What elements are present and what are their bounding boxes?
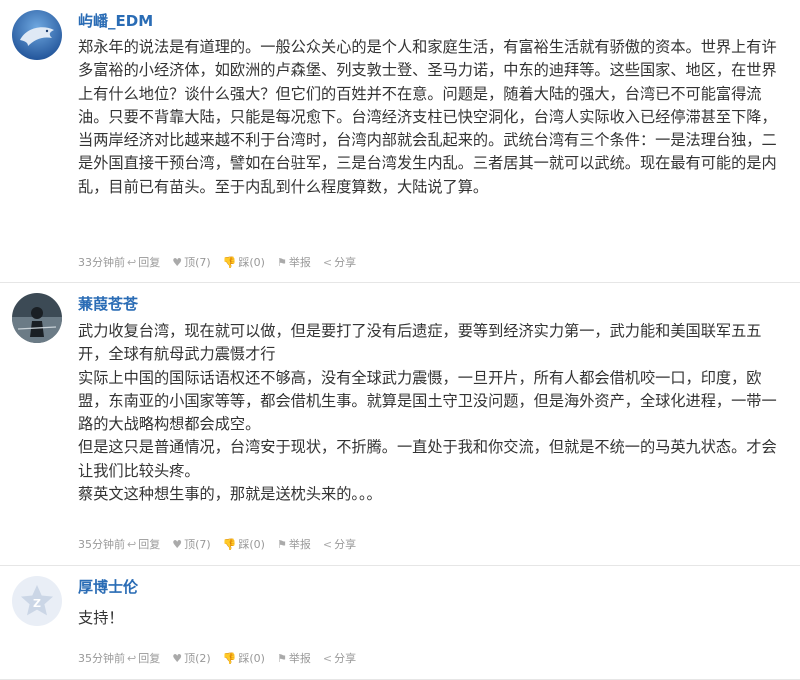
svg-text:Z: Z	[33, 597, 41, 610]
flag-icon: ⚑	[276, 537, 287, 551]
share-icon: <	[322, 651, 333, 665]
user-avatar[interactable]: Z	[12, 576, 62, 626]
comment-paragraph: 但是这只是普通情况，台湾安于现状，不折腾。一直处于我和你交流，但就是不统一的马英…	[78, 438, 777, 480]
timestamp: 35分钟前	[78, 652, 125, 665]
thumbs-down-icon: 👎	[222, 255, 237, 269]
report-button[interactable]: ⚑ 举报	[277, 536, 311, 552]
flag-icon: ⚑	[276, 651, 287, 665]
downvote-button[interactable]: 👎 踩(0)	[223, 254, 265, 270]
comment-text: 武力收复台湾，现在就可以做，但是要打了没有后遗症，要等到经济实力第一，武力能和美…	[78, 320, 780, 506]
comment-actions: 35分钟前 ↩ 回复 ♥ 顶(7) 👎 踩(0) ⚑ 举报 < 分享	[78, 536, 368, 552]
share-button[interactable]: < 分享	[323, 254, 356, 270]
heart-icon: ♥	[172, 255, 183, 269]
upvote-button[interactable]: ♥ 顶(7)	[172, 536, 210, 552]
reply-button[interactable]: ↩ 回复	[127, 536, 160, 552]
heart-icon: ♥	[172, 651, 183, 665]
comment-paragraph: 武力收复台湾，现在就可以做，但是要打了没有后遗症，要等到经济实力第一，武力能和美…	[78, 322, 762, 364]
thumbs-down-icon: 👎	[222, 651, 237, 665]
timestamp: 33分钟前	[78, 256, 125, 269]
comment-text: 郑永年的说法是有道理的。一般公众关心的是个人和家庭生活，有富裕生活就有骄傲的资本…	[78, 36, 780, 199]
default-star-avatar-icon: Z	[12, 576, 62, 626]
username[interactable]: 蒹葭苍苍	[78, 293, 138, 314]
share-button[interactable]: < 分享	[323, 650, 356, 666]
share-button[interactable]: < 分享	[323, 536, 356, 552]
reply-icon: ↩	[127, 537, 137, 551]
flag-icon: ⚑	[276, 255, 287, 269]
report-button[interactable]: ⚑ 举报	[277, 650, 311, 666]
thumbs-down-icon: 👎	[222, 537, 237, 551]
dolphin-avatar-icon	[12, 10, 62, 60]
username[interactable]: 屿嶓_EDM	[78, 10, 153, 31]
downvote-button[interactable]: 👎 踩(0)	[223, 650, 265, 666]
downvote-button[interactable]: 👎 踩(0)	[223, 536, 265, 552]
comment-actions: 33分钟前 ↩ 回复 ♥ 顶(7) 👎 踩(0) ⚑ 举报 < 分享	[78, 254, 368, 270]
user-avatar[interactable]	[12, 10, 62, 60]
comment-item: Z 厚博士伦 支持！ 35分钟前 ↩ 回复 ♥ 顶(2) 👎 踩(0) ⚑ 举报 < 分享	[0, 566, 800, 680]
comment-item: 蒹葭苍苍 武力收复台湾，现在就可以做，但是要打了没有后遗症，要等到经济实力第一，…	[0, 283, 800, 566]
comment-paragraph: 郑永年的说法是有道理的。一般公众关心的是个人和家庭生活，有富裕生活就有骄傲的资本…	[78, 38, 777, 196]
comment-actions: 35分钟前 ↩ 回复 ♥ 顶(2) 👎 踩(0) ⚑ 举报 < 分享	[78, 650, 368, 666]
upvote-button[interactable]: ♥ 顶(7)	[172, 254, 210, 270]
share-icon: <	[322, 255, 333, 269]
reply-icon: ↩	[127, 651, 137, 665]
comment-text: 支持！	[78, 607, 780, 630]
share-icon: <	[322, 537, 333, 551]
report-button[interactable]: ⚑ 举报	[277, 254, 311, 270]
timestamp: 35分钟前	[78, 538, 125, 551]
comment-paragraph: 实际上中国的国际话语权还不够高，没有全球武力震慑，一旦开片，所有人都会借机咬一口…	[78, 368, 777, 434]
comment-paragraph: 蔡英文这种想生事的，那就是送枕头来的。。。	[78, 485, 382, 504]
heart-icon: ♥	[172, 537, 183, 551]
reply-icon: ↩	[127, 255, 137, 269]
figure-photo-avatar-icon	[12, 293, 62, 343]
username[interactable]: 厚博士伦	[78, 576, 138, 597]
reply-button[interactable]: ↩ 回复	[127, 650, 160, 666]
upvote-button[interactable]: ♥ 顶(2)	[172, 650, 210, 666]
comment-item: 屿嶓_EDM 郑永年的说法是有道理的。一般公众关心的是个人和家庭生活，有富裕生活…	[0, 0, 800, 283]
comment-paragraph: 支持！	[78, 609, 124, 627]
user-avatar[interactable]	[12, 293, 62, 343]
reply-button[interactable]: ↩ 回复	[127, 254, 160, 270]
